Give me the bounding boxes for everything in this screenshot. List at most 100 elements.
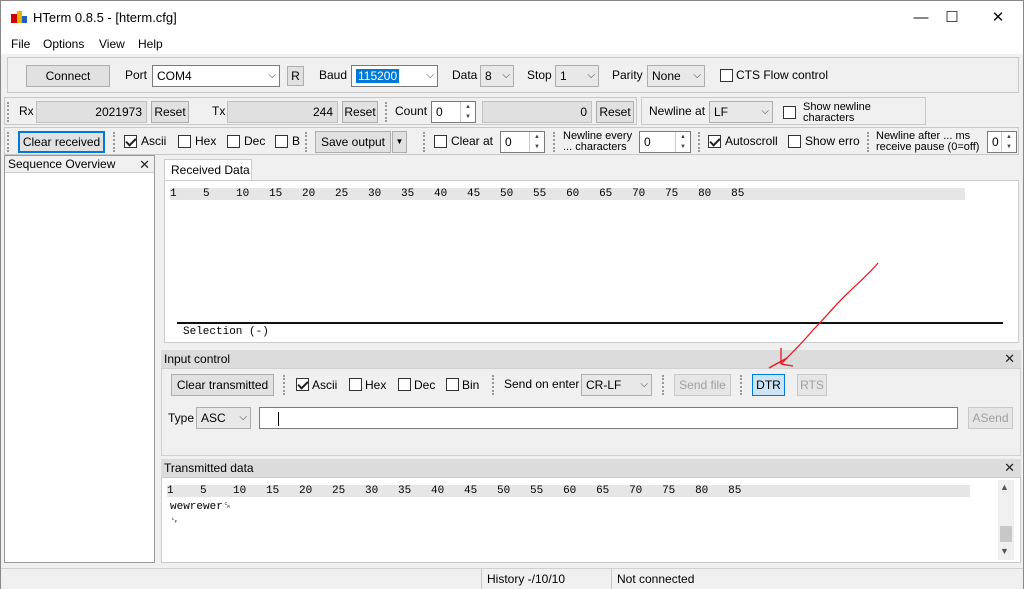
toolbar-grip[interactable] bbox=[305, 132, 309, 152]
chevron-down-icon: ⌵ bbox=[640, 379, 648, 390]
cts-flow-checkbox[interactable] bbox=[720, 69, 733, 82]
close-icon[interactable]: ✕ bbox=[139, 156, 150, 173]
transmitted-line: wewrewer␍ bbox=[170, 501, 232, 513]
dec-checkbox[interactable] bbox=[227, 135, 240, 148]
ascii-checkbox[interactable] bbox=[124, 135, 137, 148]
clear-at-label: Clear at bbox=[451, 134, 494, 148]
input-dec-label: Dec bbox=[414, 378, 436, 392]
bin-checkbox[interactable] bbox=[275, 135, 288, 148]
show-errors-checkbox[interactable] bbox=[788, 135, 801, 148]
menu-view[interactable]: View bbox=[99, 37, 125, 51]
transmitted-data-area[interactable]: 1 5 10 15 20 25 30 35 40 45 50 55 60 65 … bbox=[161, 477, 1021, 563]
data-bits-select[interactable]: 8 ⌵ bbox=[480, 65, 514, 87]
menu-file[interactable]: File bbox=[11, 37, 30, 51]
chevron-down-icon: ⌵ bbox=[693, 70, 701, 81]
count-reset-button[interactable]: Reset bbox=[596, 101, 634, 123]
chevron-down-icon: ⌵ bbox=[426, 70, 434, 81]
input-ascii-checkbox[interactable] bbox=[296, 378, 309, 391]
dtr-button[interactable]: DTR bbox=[752, 374, 785, 396]
toolbar-grip[interactable] bbox=[7, 102, 11, 122]
scroll-down-icon[interactable]: ▼ bbox=[1000, 546, 1009, 556]
input-type-value: ASC bbox=[201, 411, 226, 425]
input-control-panel: Clear transmitted Ascii Hex Dec Bin Send… bbox=[161, 368, 1021, 456]
clear-at-spinner[interactable]: 0 ▲ ▼ bbox=[500, 131, 545, 153]
toolbar-grip[interactable] bbox=[662, 375, 666, 395]
transmitted-column-ruler: 1 5 10 15 20 25 30 35 40 45 50 55 60 65 … bbox=[167, 485, 970, 497]
newline-at-select[interactable]: LF ⌵ bbox=[709, 101, 773, 123]
chevron-down-icon: ⌵ bbox=[502, 70, 510, 81]
rx-count-field: 2021973 bbox=[36, 101, 147, 123]
menu-help[interactable]: Help bbox=[138, 37, 163, 51]
toolbar-grip[interactable] bbox=[385, 102, 389, 122]
sequence-overview-panel: Sequence Overview ✕ bbox=[4, 155, 155, 563]
input-ascii-label: Ascii bbox=[312, 378, 338, 392]
toolbar-grip[interactable] bbox=[7, 132, 11, 152]
toolbar-grip[interactable] bbox=[423, 132, 427, 152]
toolbar-grip[interactable] bbox=[867, 132, 871, 152]
rx-reset-button[interactable]: Reset bbox=[151, 101, 189, 123]
toolbar-grip[interactable] bbox=[698, 132, 702, 152]
clear-at-checkbox[interactable] bbox=[434, 135, 447, 148]
send-file-button[interactable]: Send file bbox=[674, 374, 731, 396]
transmitted-scrollbar[interactable]: ▲ ▼ bbox=[998, 480, 1014, 560]
toolbar-grip[interactable] bbox=[553, 132, 557, 152]
scrollbar-thumb[interactable] bbox=[1000, 526, 1012, 542]
toolbar-grip[interactable] bbox=[740, 375, 744, 395]
display-options-panel: Clear received Ascii Hex Dec B Save outp… bbox=[4, 127, 1019, 155]
menu-options[interactable]: Options bbox=[43, 37, 84, 51]
save-output-button[interactable]: Save output bbox=[315, 131, 391, 153]
parity-select[interactable]: None ⌵ bbox=[647, 65, 705, 87]
hterm-window: HTerm 0.8.5 - [hterm.cfg] — ☐ ✕ File Opt… bbox=[0, 0, 1024, 589]
dec-label: Dec bbox=[244, 134, 266, 148]
baud-select[interactable]: 115200 ⌵ bbox=[351, 65, 438, 87]
rts-button[interactable]: RTS bbox=[797, 374, 827, 396]
count-spinner-value: 0 bbox=[436, 105, 443, 119]
app-icon bbox=[11, 11, 27, 23]
parity-label: Parity bbox=[612, 68, 643, 82]
toolbar-grip[interactable] bbox=[113, 132, 117, 152]
input-hex-label: Hex bbox=[365, 378, 387, 392]
send-on-enter-select[interactable]: CR-LF ⌵ bbox=[581, 374, 652, 396]
spinner-arrows-icon[interactable]: ▲ ▼ bbox=[529, 132, 544, 152]
save-output-dropdown-icon[interactable]: ▼ bbox=[392, 131, 407, 153]
asend-button[interactable]: ASend bbox=[968, 407, 1013, 429]
rx-tx-counter-panel: Rx 2021973 Reset Tx 244 Reset Count 0 ▲ ▼… bbox=[4, 97, 637, 125]
input-bin-label: Bin bbox=[462, 378, 480, 392]
maximize-button[interactable]: ☐ bbox=[932, 5, 972, 31]
newline-every-value: 0 bbox=[644, 135, 651, 149]
input-type-select[interactable]: ASC ⌵ bbox=[196, 407, 251, 429]
show-newline-checkbox[interactable] bbox=[783, 106, 796, 119]
spinner-arrows-icon[interactable]: ▲ ▼ bbox=[460, 102, 475, 122]
input-dec-checkbox[interactable] bbox=[398, 378, 411, 391]
scroll-up-icon[interactable]: ▲ bbox=[1000, 482, 1009, 492]
close-icon[interactable]: ✕ bbox=[1004, 350, 1015, 368]
sequence-overview-title: Sequence Overview bbox=[8, 157, 116, 171]
tab-received-data[interactable]: Received Data bbox=[164, 159, 252, 181]
ascii-label: Ascii bbox=[141, 134, 167, 148]
transmitted-data-title: Transmitted data bbox=[164, 461, 254, 475]
send-input-field[interactable] bbox=[259, 407, 958, 429]
hex-checkbox[interactable] bbox=[178, 135, 191, 148]
refresh-ports-button[interactable]: R bbox=[287, 66, 304, 86]
newline-every-spinner[interactable]: 0 ▲ ▼ bbox=[639, 131, 691, 153]
stop-bits-select[interactable]: 1 ⌵ bbox=[555, 65, 599, 87]
input-control-header: Input control ✕ bbox=[161, 350, 1021, 368]
clear-transmitted-button[interactable]: Clear transmitted bbox=[171, 374, 274, 396]
spinner-arrows-icon[interactable]: ▲ ▼ bbox=[675, 132, 690, 152]
spinner-arrows-icon[interactable]: ▲ ▼ bbox=[1001, 132, 1016, 152]
connect-button[interactable]: Connect bbox=[26, 65, 110, 87]
tx-reset-button[interactable]: Reset bbox=[342, 101, 378, 123]
close-icon[interactable]: ✕ bbox=[1004, 459, 1015, 477]
toolbar-grip[interactable] bbox=[492, 375, 496, 395]
newline-after-spinner[interactable]: 0 ▲ ▼ bbox=[987, 131, 1017, 153]
autoscroll-checkbox[interactable] bbox=[708, 135, 721, 148]
count-spinner[interactable]: 0 ▲ ▼ bbox=[431, 101, 476, 123]
toolbar-grip[interactable] bbox=[283, 375, 287, 395]
clear-received-button[interactable]: Clear received bbox=[18, 131, 105, 153]
input-bin-checkbox[interactable] bbox=[446, 378, 459, 391]
show-newline-label: Show newline characters bbox=[803, 101, 871, 124]
close-window-button[interactable]: ✕ bbox=[978, 5, 1018, 31]
port-select[interactable]: COM4 ⌵ bbox=[152, 65, 280, 87]
data-bits-label: Data bbox=[452, 68, 478, 82]
input-hex-checkbox[interactable] bbox=[349, 378, 362, 391]
